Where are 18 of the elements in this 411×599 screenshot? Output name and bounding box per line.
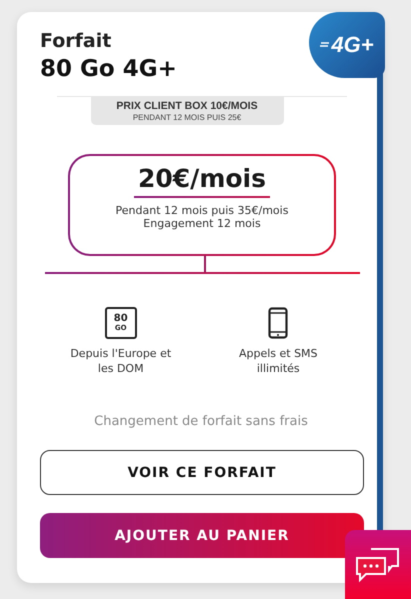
feature-label: Depuis l'Europe et les DOM <box>69 346 172 376</box>
add-to-cart-button[interactable]: AJOUTER AU PANIER <box>40 513 364 558</box>
promo-subtitle: PENDANT 12 MOIS PUIS 25€ <box>132 113 242 122</box>
phone-icon <box>268 307 288 339</box>
view-plan-button[interactable]: VOIR CE FORFAIT <box>40 450 364 495</box>
info-note: Changement de forfait sans frais <box>93 414 309 429</box>
plan-name: 80 Go 4G+ <box>40 56 177 82</box>
feature-label: Appels et SMS illimités <box>238 346 319 376</box>
chat-button[interactable] <box>345 530 411 599</box>
chat-icon <box>355 546 401 582</box>
badge-text: 4G+ <box>331 32 374 58</box>
data-icon-text: 80 <box>114 314 128 324</box>
price-detail: Pendant 12 mois puis 35€/mois <box>116 204 288 217</box>
speed-lines-icon <box>320 40 330 50</box>
price-detail: Engagement 12 mois <box>143 217 261 230</box>
plan-label: Forfait <box>40 30 112 52</box>
price-amount: 20€/mois <box>138 164 266 193</box>
promo-title: PRIX CLIENT BOX 10€/MOIS <box>116 100 258 112</box>
